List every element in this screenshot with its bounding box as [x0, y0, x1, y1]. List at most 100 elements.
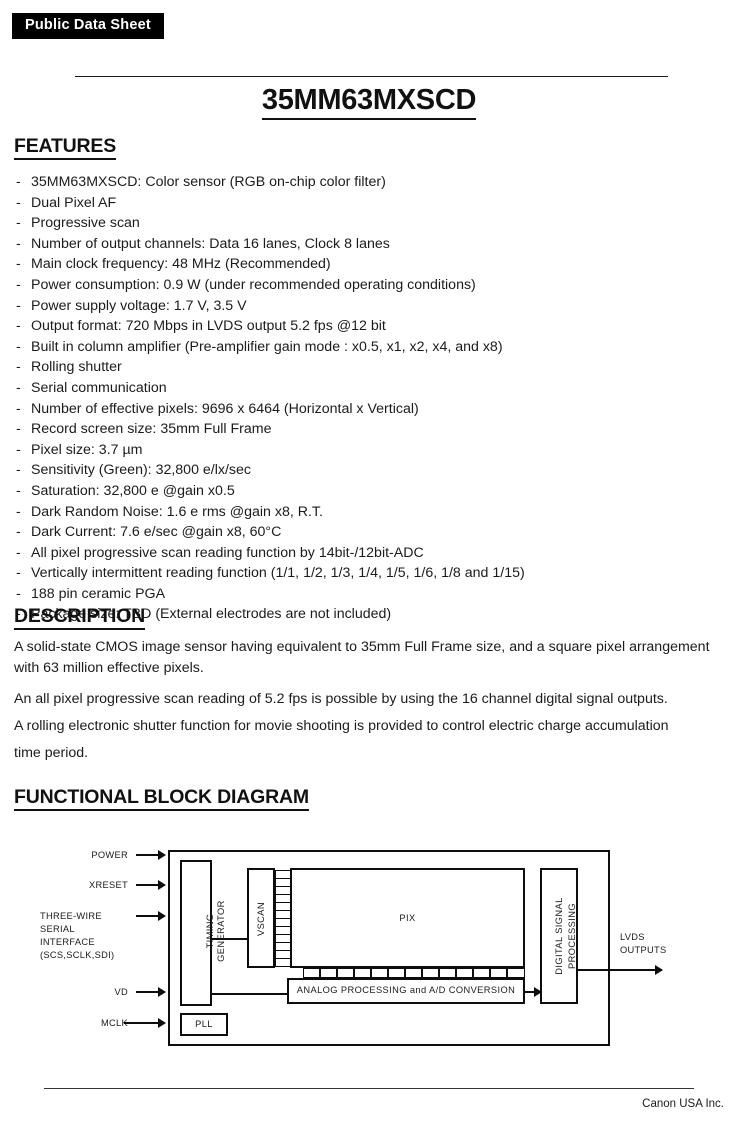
page-title-text: 35MM63MXSCD [261, 84, 476, 120]
features-list: - 35MM63MXSCD: Color sensor (RGB on-chip … [14, 172, 724, 625]
bullet-dash: - [16, 400, 21, 417]
pix-analog-connector-cell [422, 968, 439, 978]
bullet-dash: - [16, 297, 21, 314]
public-data-sheet-badge: Public Data Sheet [12, 13, 164, 39]
bullet-dash: - [16, 585, 21, 602]
bullet-dash: - [16, 462, 21, 479]
bullet-dash: - [16, 482, 21, 499]
list-item: - Saturation: 32,800 e @gain x0.5 [14, 481, 724, 502]
pix-analog-connector-cell [456, 968, 473, 978]
list-item-label: Output format: 720 Mbps in LVDS output 5… [31, 318, 386, 335]
list-item-label: Progressive scan [31, 215, 140, 232]
list-item-label: Rolling shutter [31, 359, 122, 376]
list-item-label: Sensitivity (Green): 32,800 e/lx/sec [31, 462, 252, 479]
list-item: - Sensitivity (Green): 32,800 e/lx/sec [14, 460, 724, 481]
diagram-input-label-vd: VD [114, 987, 128, 997]
description-heading-text: DESCRIPTION [14, 605, 145, 630]
bullet-dash: - [16, 379, 21, 396]
list-item-label: Record screen size: 35mm Full Frame [31, 421, 272, 438]
pix-analog-connector-cell [388, 968, 405, 978]
diagram-output-label-outputs: OUTPUTS [620, 945, 667, 955]
features-heading: FEATURES [14, 135, 116, 160]
link-tg-analog [211, 993, 287, 995]
timing-generator-label-line2: GENERATOR [216, 900, 226, 962]
list-item: - Dual Pixel AF [14, 193, 724, 214]
dsp-label-line1: DIGITAL SIGNAL [554, 897, 564, 975]
list-item-label: Number of output channels: Data 16 lanes… [31, 235, 390, 252]
arrow-head-three-wire-serial [158, 911, 166, 921]
list-item: - Dark Random Noise: 1.6 e rms @gain x8, … [14, 502, 724, 523]
arrow-mclk [124, 1022, 160, 1024]
vscan-pix-connector-cell [275, 958, 291, 967]
dsp-label-line2: PROCESSING [567, 903, 577, 969]
pix-analog-connector-cell [337, 968, 354, 978]
list-item-label: Dark Current: 7.6 e/sec @gain x8, 60°C [31, 524, 282, 541]
title-divider [75, 76, 668, 77]
bullet-dash: - [16, 441, 21, 458]
list-item: - Power consumption: 0.9 W (under recomme… [14, 275, 724, 296]
list-item-label: Power supply voltage: 1.7 V, 3.5 V [31, 297, 247, 314]
list-item-label: Saturation: 32,800 e @gain x0.5 [31, 482, 235, 499]
diagram-input-label-scs-sclk-sdi: (SCS,SCLK,SDI) [40, 950, 115, 960]
footer-company: Canon USA Inc. [642, 1098, 724, 1110]
description-paragraph: with 63 million effective pixels. [14, 660, 204, 676]
list-item-label: Serial communication [31, 379, 167, 396]
list-item-label: Power consumption: 0.9 W (under recommen… [31, 276, 476, 293]
functional-block-diagram-heading: FUNCTIONAL BLOCK DIAGRAM [14, 786, 309, 811]
arrow-three-wire-serial [136, 915, 160, 917]
list-item: - Output format: 720 Mbps in LVDS output … [14, 316, 724, 337]
list-item: - Pixel size: 3.7 µm [14, 440, 724, 461]
list-item: -35MM63MXSCD: Color sensor (RGB on-chip … [14, 172, 724, 193]
bullet-dash: - [16, 256, 21, 273]
diagram-input-label-xreset: XRESET [89, 880, 128, 890]
pix-analog-connector-cell [507, 968, 525, 978]
list-item: - All pixel progressive scan reading func… [14, 543, 724, 564]
pix-label: PIX [399, 913, 416, 923]
list-item: - Number of output channels: Data 16 lane… [14, 234, 724, 255]
pix-analog-connector-cell [439, 968, 456, 978]
arrow-power [136, 854, 160, 856]
page-title: 35MM63MXSCD [0, 84, 738, 120]
arrow-head-mclk [158, 1018, 166, 1028]
diagram-input-label-mclk: MCLK [100, 1018, 128, 1028]
list-item: - Built in column amplifier (Pre-amplifie… [14, 337, 724, 358]
bullet-dash: - [16, 215, 21, 232]
list-item: - Progressive scan [14, 213, 724, 234]
bullet-dash: - [16, 276, 21, 293]
features-heading-text: FEATURES [14, 135, 116, 160]
list-item-label: 35MM63MXSCD: Color sensor (RGB on-chip c… [31, 174, 386, 190]
list-item-label: Pixel size: 3.7 µm [31, 441, 143, 458]
functional-block-diagram: POWER XRESET THREE-WIRE SERIAL INTERFACE… [0, 828, 738, 1063]
pix-analog-connector-cell [320, 968, 337, 978]
description-paragraph: A rolling electronic shutter function fo… [14, 718, 669, 734]
pix-analog-connector-cell [371, 968, 388, 978]
list-item: - Serial communication [14, 378, 724, 399]
list-item-label: Main clock frequency: 48 MHz (Recommende… [31, 256, 331, 273]
bullet-dash: - [16, 421, 21, 438]
bullet-dash: - [16, 524, 21, 541]
list-item: - Number of effective pixels: 9696 x 6464… [14, 399, 724, 420]
bullet-dash: - [16, 235, 21, 252]
diagram-input-label-serial: SERIAL [40, 924, 75, 934]
description-heading: DESCRIPTION [14, 605, 145, 630]
pix-analog-connector-cell [303, 968, 320, 978]
footer-divider [44, 1088, 694, 1089]
list-item: -188 pin ceramic PGA [14, 584, 724, 605]
bullet-dash: - [16, 503, 21, 520]
description-body: A solid-state CMOS image sensor having e… [14, 637, 714, 764]
list-item-label: 188 pin ceramic PGA [31, 585, 166, 602]
list-item: - Dark Current: 7.6 e/sec @gain x8, 60°C [14, 522, 724, 543]
list-item-label: Vertically intermittent reading function… [31, 565, 525, 582]
arrow-xreset [136, 884, 160, 886]
bullet-dash: - [16, 565, 21, 582]
arrow-lvds-output [577, 969, 662, 971]
pix-analog-connector-cell [354, 968, 371, 978]
list-item-label: Number of effective pixels: 9696 x 6464 … [31, 400, 419, 417]
pix-analog-connector-cell [490, 968, 507, 978]
arrow-vd [136, 991, 160, 993]
arrow-head-power [158, 850, 166, 860]
description-paragraph: A solid-state CMOS image sensor having e… [14, 639, 710, 655]
list-item: - Rolling shutter [14, 357, 724, 378]
functional-block-diagram-heading-text: FUNCTIONAL BLOCK DIAGRAM [14, 786, 309, 811]
list-item: - Vertically intermittent reading functio… [14, 563, 724, 584]
